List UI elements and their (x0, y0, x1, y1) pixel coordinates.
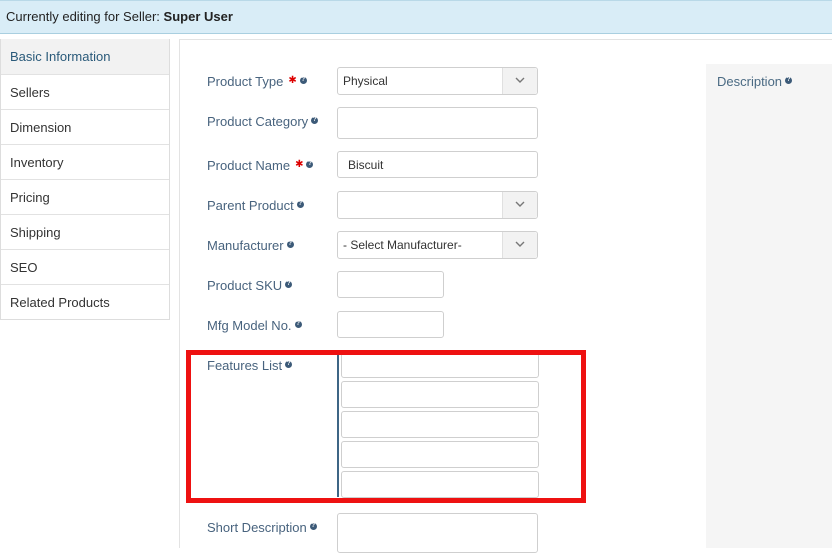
short-description-label: Short Description? (207, 520, 317, 535)
description-label: Description? (717, 74, 793, 89)
sidebar-item-related-products[interactable]: Related Products (1, 284, 169, 319)
sidebar-item-shipping[interactable]: Shipping (1, 214, 169, 249)
manufacturer-label: Manufacturer? (207, 238, 294, 253)
feature-input-4[interactable] (341, 441, 539, 468)
sidebar-item-basic-information[interactable]: Basic Information (1, 39, 169, 74)
product-type-select[interactable]: Physical (337, 67, 538, 95)
help-icon: ? (785, 77, 793, 84)
sidebar-nav: Basic Information Sellers Dimension Inve… (0, 39, 170, 320)
product-name-input[interactable]: Biscuit (337, 151, 538, 178)
feature-input-1[interactable] (341, 351, 539, 378)
help-icon: ? (294, 321, 302, 328)
required-icon: ✱ (288, 75, 297, 86)
chevron-down-icon[interactable] (502, 192, 537, 218)
chevron-down-icon[interactable] (502, 232, 537, 258)
help-icon: ? (285, 361, 293, 368)
sidebar-item-dimension[interactable]: Dimension (1, 109, 169, 144)
parent-product-select[interactable] (337, 191, 538, 219)
chevron-down-icon[interactable] (502, 68, 537, 94)
features-list-label: Features List? (207, 358, 293, 373)
product-name-label: Product Name ✱? (207, 158, 314, 173)
help-icon: ? (306, 161, 314, 168)
sidebar-item-pricing[interactable]: Pricing (1, 179, 169, 214)
short-description-textarea[interactable] (337, 513, 538, 553)
sidebar-item-seo[interactable]: SEO (1, 249, 169, 284)
help-icon: ? (299, 77, 307, 84)
description-panel: Description? (706, 64, 832, 548)
feature-input-3[interactable] (341, 411, 539, 438)
mfg-model-no-input[interactable] (337, 311, 444, 338)
features-list-divider (337, 353, 339, 497)
seller-name: Super User (163, 9, 233, 24)
manufacturer-select[interactable]: - Select Manufacturer- (337, 231, 538, 259)
help-icon: ? (286, 241, 294, 248)
seller-context-prefix: Currently editing for Seller: (6, 9, 160, 24)
mfg-model-no-label: Mfg Model No.? (207, 318, 302, 333)
product-sku-label: Product SKU? (207, 278, 293, 293)
help-icon: ? (311, 117, 319, 124)
seller-context-bar: Currently editing for Seller: Super User (0, 0, 832, 34)
help-icon: ? (285, 281, 293, 288)
feature-input-2[interactable] (341, 381, 539, 408)
product-category-input[interactable] (337, 107, 538, 139)
product-type-label: Product Type ✱? (207, 74, 307, 89)
required-icon: ✱ (295, 159, 304, 170)
sidebar-item-inventory[interactable]: Inventory (1, 144, 169, 179)
feature-input-5[interactable] (341, 471, 539, 498)
sidebar-item-sellers[interactable]: Sellers (1, 74, 169, 109)
parent-product-label: Parent Product? (207, 198, 304, 213)
product-category-label: Product Category? (207, 114, 319, 129)
help-icon: ? (309, 523, 317, 530)
product-sku-input[interactable] (337, 271, 444, 298)
help-icon: ? (296, 201, 304, 208)
